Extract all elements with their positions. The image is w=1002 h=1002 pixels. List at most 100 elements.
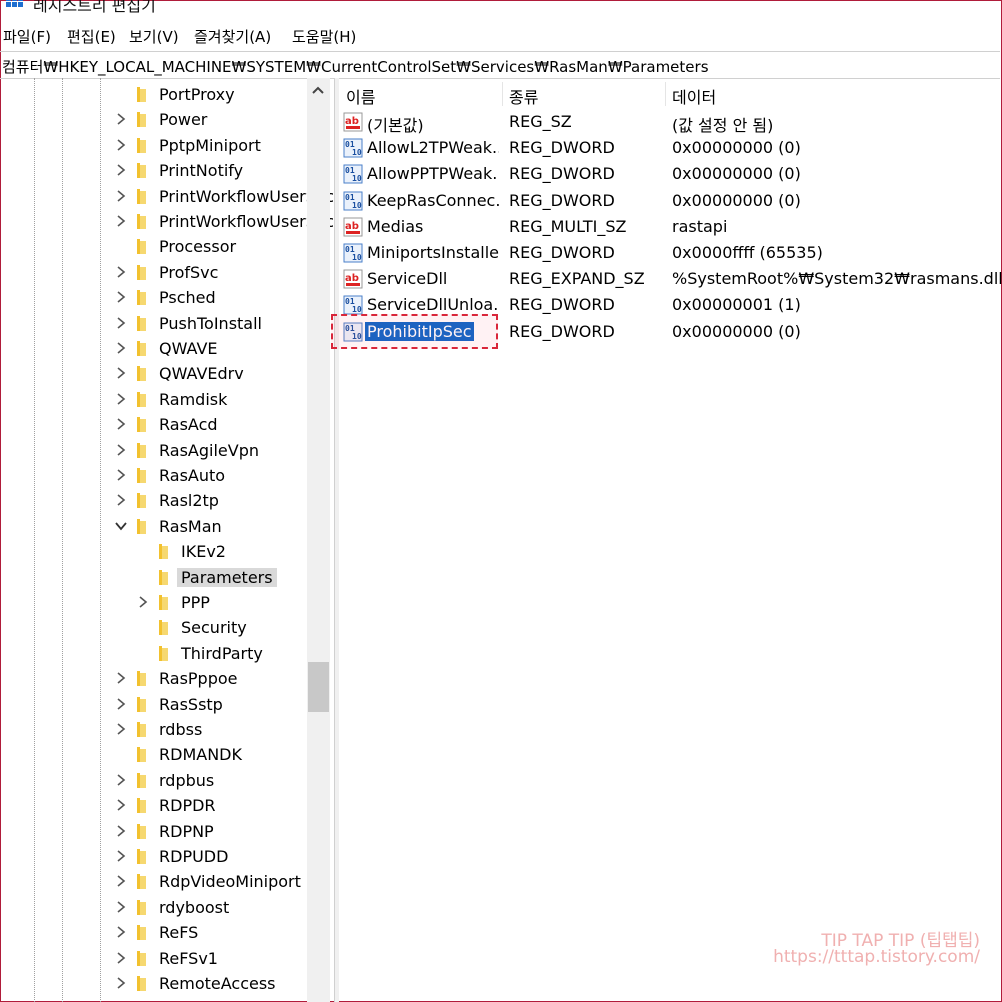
column-separator[interactable] — [502, 82, 503, 106]
expand-chevron-icon[interactable] — [116, 697, 126, 711]
tree-scrollbar[interactable] — [307, 78, 330, 1002]
menu-file[interactable]: 파일(F) — [3, 26, 51, 47]
expand-chevron-icon[interactable] — [116, 900, 126, 914]
tree-item[interactable]: RasAuto — [0, 463, 307, 487]
expand-chevron-icon[interactable] — [138, 595, 148, 609]
expand-chevron-icon[interactable] — [116, 265, 126, 279]
folder-icon — [137, 823, 146, 839]
tree-item[interactable]: Ramdisk — [0, 387, 307, 411]
tree-item[interactable]: PortProxy — [0, 82, 307, 106]
value-data: 0x00000000 (0) — [672, 190, 801, 210]
value-row[interactable]: 01 10 KeepRasConnec... REG_DWORD 0x00000000 … — [339, 188, 1000, 214]
value-row[interactable]: ab Medias REG_MULTI_SZ rastapi — [339, 214, 1000, 240]
tree-item[interactable]: QWAVE — [0, 336, 307, 360]
tree-item[interactable]: ReFS — [0, 920, 307, 944]
tree-item[interactable]: Processor — [0, 234, 307, 258]
tree-item[interactable]: RDPNP — [0, 819, 307, 843]
tree-item[interactable]: PptpMiniport — [0, 133, 307, 157]
tree-item[interactable]: RemoteAccess — [0, 971, 307, 995]
expand-chevron-icon[interactable] — [116, 773, 126, 787]
value-type: REG_DWORD — [509, 138, 615, 158]
menu-favorites[interactable]: 즐겨찾기(A) — [194, 26, 271, 47]
expand-chevron-icon[interactable] — [116, 874, 126, 888]
tree-item[interactable]: RdpVideoMiniport — [0, 869, 307, 893]
tree-item[interactable]: IKEv2 — [0, 539, 307, 563]
tree-item-label: RasSstp — [159, 694, 223, 714]
expand-chevron-icon[interactable] — [116, 951, 126, 965]
tree-item[interactable]: Security — [0, 615, 307, 639]
tree-item[interactable]: Rasl2tp — [0, 488, 307, 512]
folder-icon — [159, 569, 168, 585]
tree-item[interactable]: RasMan — [0, 514, 307, 538]
value-row[interactable]: 01 10 MiniportsInstalled REG_DWORD 0x0000fff… — [339, 240, 1000, 266]
column-data-header[interactable]: 데이터 — [672, 84, 716, 108]
tree-item[interactable]: Power — [0, 107, 307, 131]
tree-item[interactable]: RasAgileVpn — [0, 438, 307, 462]
expand-chevron-icon[interactable] — [116, 189, 126, 203]
column-name-header[interactable]: 이름 — [346, 84, 375, 108]
expand-chevron-icon[interactable] — [116, 443, 126, 457]
expand-chevron-icon[interactable] — [116, 417, 126, 431]
expand-chevron-icon[interactable] — [116, 366, 126, 380]
tree-item[interactable]: ThirdParty — [0, 641, 307, 665]
tree-item[interactable]: RDPDR — [0, 793, 307, 817]
menu-edit[interactable]: 편집(E) — [67, 26, 116, 47]
tree-item[interactable]: PPP — [0, 590, 307, 614]
expand-chevron-icon[interactable] — [116, 316, 126, 330]
tree-item[interactable]: PrintWorkflowUserSvc — [0, 184, 333, 208]
scrollbar-thumb[interactable] — [308, 662, 329, 712]
folder-icon — [137, 747, 146, 763]
value-row[interactable]: 01 10 AllowL2TPWeak... REG_DWORD 0x00000000 … — [339, 135, 1000, 161]
folder-icon — [137, 214, 146, 229]
value-row[interactable]: 01 10 AllowPPTPWeak... REG_DWORD 0x00000000 … — [339, 161, 1000, 187]
tree-item[interactable]: RDMANDK — [0, 742, 307, 766]
expand-chevron-icon[interactable] — [116, 722, 126, 736]
collapse-chevron-icon[interactable] — [114, 519, 128, 533]
tree-item[interactable]: PrintNotify — [0, 158, 307, 182]
expand-chevron-icon[interactable] — [116, 824, 126, 838]
column-separator[interactable] — [665, 82, 666, 106]
folder-icon — [137, 849, 146, 864]
folder-icon — [137, 899, 146, 915]
tree-item[interactable]: RasSstp — [0, 692, 307, 716]
expand-chevron-icon[interactable] — [116, 112, 126, 126]
address-bar[interactable]: 컴퓨터₩HKEY_LOCAL_MACHINE₩SYSTEM₩CurrentCon… — [0, 51, 1000, 79]
value-row[interactable]: ab (기본값) REG_SZ (값 설정 안 됨) — [339, 109, 1000, 135]
expand-chevron-icon[interactable] — [116, 138, 126, 152]
tree-item[interactable]: RasPppoe — [0, 666, 307, 690]
tree-item[interactable]: PushToInstall — [0, 311, 307, 335]
expand-chevron-icon[interactable] — [116, 468, 126, 482]
expand-chevron-icon[interactable] — [116, 671, 126, 685]
expand-chevron-icon[interactable] — [116, 290, 126, 304]
expand-chevron-icon[interactable] — [116, 925, 126, 939]
expand-chevron-icon[interactable] — [116, 798, 126, 812]
registry-tree[interactable]: PortProxy Power PptpMiniport PrintNotify Pri… — [0, 78, 333, 1002]
tree-item-label: QWAVEdrv — [159, 364, 244, 384]
expand-chevron-icon[interactable] — [116, 849, 126, 863]
column-type-header[interactable]: 종류 — [509, 84, 538, 108]
tree-item[interactable]: rdyboost — [0, 895, 307, 919]
highlight-annotation — [331, 314, 498, 349]
tree-item[interactable]: RasAcd — [0, 412, 307, 436]
tree-item-label: PptpMiniport — [159, 135, 261, 155]
expand-chevron-icon[interactable] — [116, 493, 126, 507]
tree-item[interactable]: RDPUDD — [0, 844, 307, 868]
tree-item[interactable]: PrintWorkflowUserSvc — [0, 209, 333, 233]
expand-chevron-icon[interactable] — [116, 392, 126, 406]
folder-icon — [137, 417, 146, 433]
expand-chevron-icon[interactable] — [116, 341, 126, 355]
tree-item[interactable]: Parameters — [0, 565, 307, 589]
tree-item[interactable]: rdpbus — [0, 768, 307, 792]
expand-chevron-icon[interactable] — [116, 976, 126, 990]
value-row[interactable]: ab ServiceDll REG_EXPAND_SZ %SystemRoot%₩Sy… — [339, 266, 1002, 292]
expand-chevron-icon[interactable] — [116, 163, 126, 177]
tree-item[interactable]: rdbss — [0, 717, 307, 741]
menu-view[interactable]: 보기(V) — [129, 26, 179, 47]
tree-item[interactable]: Psched — [0, 285, 307, 309]
tree-item[interactable]: ReFSv1 — [0, 946, 307, 970]
tree-item[interactable]: ProfSvc — [0, 260, 307, 284]
menu-help[interactable]: 도움말(H) — [292, 26, 356, 47]
scroll-up-icon[interactable] — [311, 84, 325, 96]
tree-item[interactable]: QWAVEdrv — [0, 361, 307, 385]
expand-chevron-icon[interactable] — [116, 214, 126, 228]
